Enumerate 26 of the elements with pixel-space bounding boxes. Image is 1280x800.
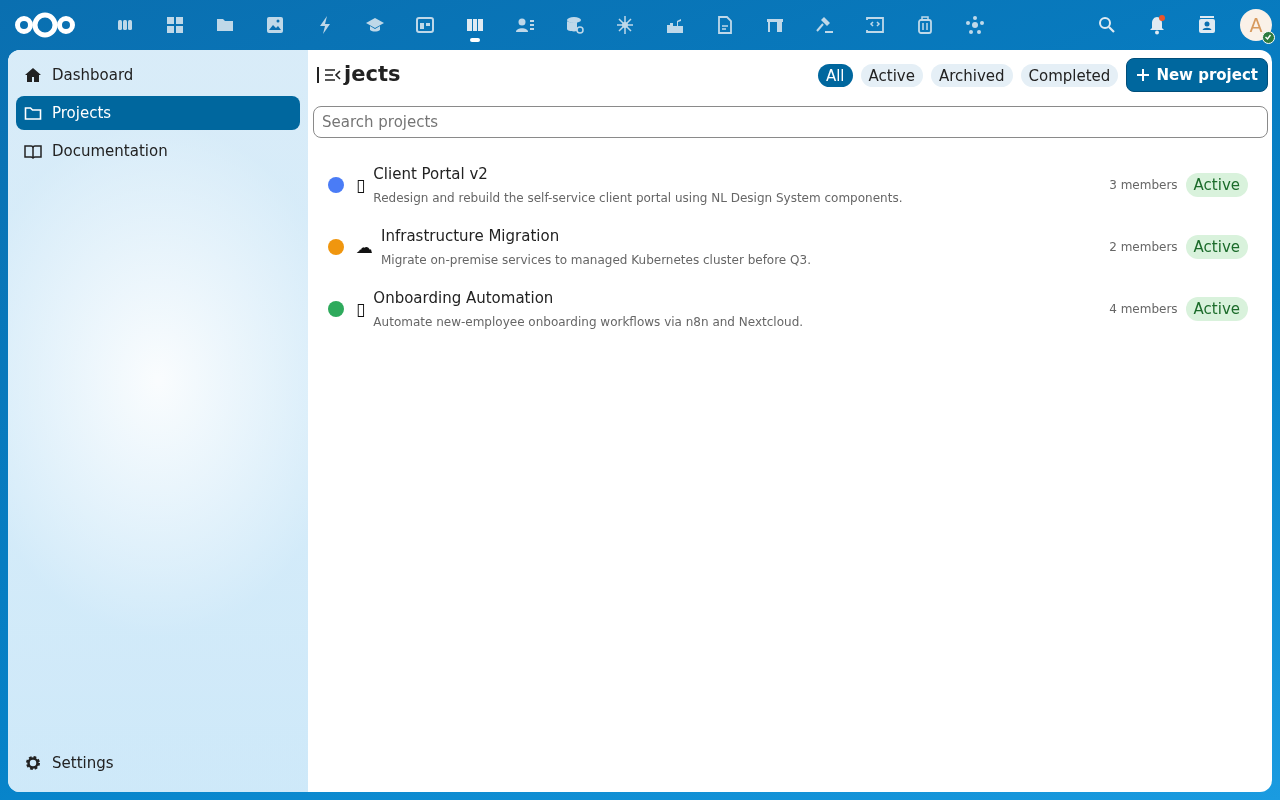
project-icon: ▯	[356, 176, 366, 194]
project-icon: ☁	[356, 238, 373, 256]
sidebar-item[interactable]: Documentation	[16, 134, 300, 168]
project-name[interactable]: Infrastructure Migration	[381, 225, 811, 248]
new-project-button[interactable]: New project	[1126, 58, 1268, 92]
member-count: 4 members	[1109, 301, 1178, 318]
filter-tab[interactable]: Completed	[1020, 63, 1119, 87]
member-count: 2 members	[1109, 239, 1178, 256]
search-field[interactable]: Search projects	[313, 106, 1268, 138]
page-title: jects	[344, 62, 401, 88]
filter-tab[interactable]: Archived	[930, 63, 1013, 87]
filter-tab[interactable]: All	[817, 63, 853, 87]
project-description: Automate new-employee onboarding workflows via n8n and Nextcloud.	[373, 313, 804, 331]
project-description: Migrate on-premise services to managed Kubernetes cluster before Q3.	[381, 251, 811, 269]
project-icon: ▯	[356, 300, 366, 318]
status-label: Active	[1185, 296, 1248, 322]
settings-link[interactable]: Settings	[16, 746, 300, 780]
filter-tab[interactable]: Active	[860, 63, 923, 87]
project-name[interactable]: Client Portal v2	[373, 163, 903, 186]
project-description: Redesign and rebuild the self-service client portal using NL Design System components.	[373, 189, 903, 207]
sidebar-item[interactable]: Projects	[16, 96, 300, 130]
sidebar-item[interactable]: Dashboard	[16, 58, 300, 92]
status-label: Active	[1185, 172, 1248, 198]
member-count: 3 members	[1109, 177, 1178, 194]
status-label: Active	[1185, 234, 1248, 260]
project-name[interactable]: Onboarding Automation	[373, 287, 804, 310]
